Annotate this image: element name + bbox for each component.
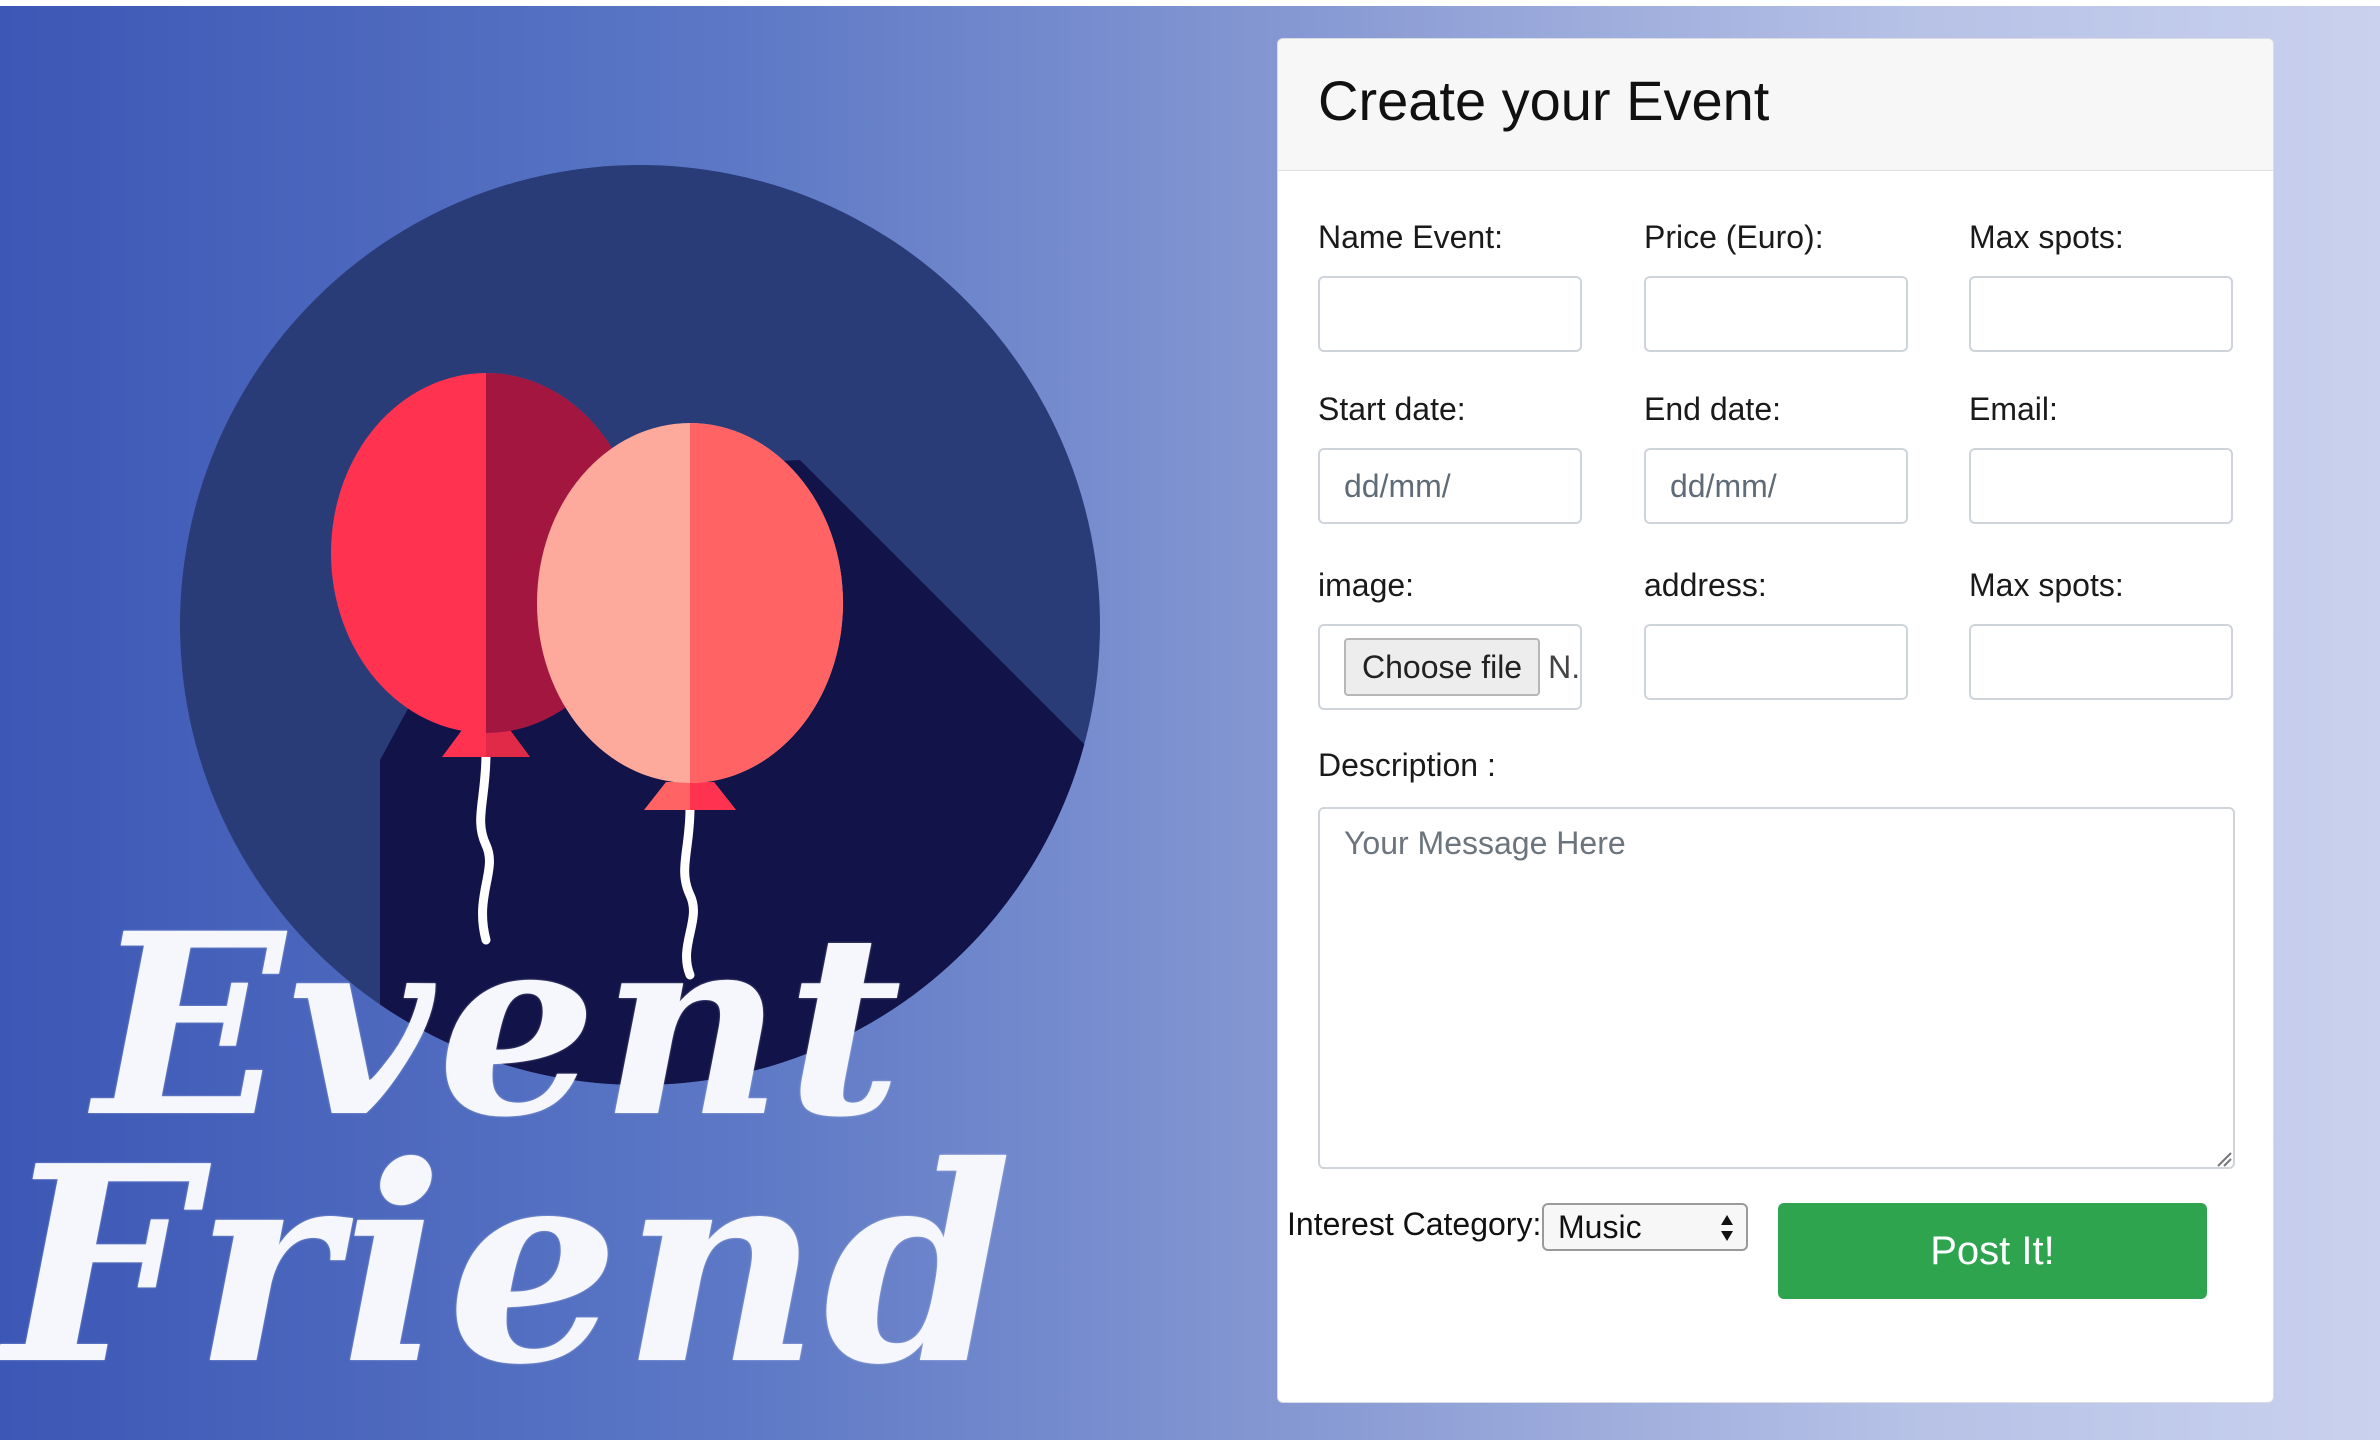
resize-grip-icon[interactable] [2216,1151,2232,1167]
end-date-value: dd/mm/ [1670,467,1777,504]
image-file-input: Choose file N. [1318,624,1582,710]
start-date-label: Start date: [1318,391,1466,427]
logo-wordmark-friend: Friend [3,1106,1017,1424]
max-spots-input-2[interactable] [1969,624,2233,700]
select-arrows-icon [1721,1215,1733,1241]
event-friend-logo: Event Friend [0,0,1260,1440]
name-event-input[interactable] [1318,276,1582,352]
max-spots-label: Max spots: [1969,219,2124,255]
create-event-card: Create your Event Name Event: Price (Eur… [1277,38,2274,1403]
choose-file-button[interactable]: Choose file [1344,638,1541,696]
start-date-value: dd/mm/ [1344,467,1451,504]
start-date-input[interactable]: dd/mm/ [1318,448,1582,524]
interest-category-label: Interest Category: [1287,1206,1542,1242]
page-title: Create your Event [1318,69,1770,132]
address-label: address: [1644,567,1767,603]
image-label: image: [1318,567,1415,603]
max-spots-label-2: Max spots: [1969,567,2124,603]
email-label: Email: [1969,391,2058,427]
max-spots-input[interactable] [1969,276,2233,352]
card-header: Create your Event [1278,39,2273,171]
description-textarea[interactable] [1318,807,2235,1169]
interest-category-select[interactable]: Music [1542,1203,1748,1251]
file-status: N. [1548,648,1581,685]
address-input[interactable] [1644,624,1908,700]
post-it-button[interactable]: Post It! [1778,1203,2207,1299]
description-label: Description : [1318,747,1496,783]
end-date-input[interactable]: dd/mm/ [1644,448,1908,524]
category-selected-value: Music [1558,1208,1642,1245]
name-event-label: Name Event: [1318,219,1503,255]
email-input[interactable] [1969,448,2233,524]
price-input[interactable] [1644,276,1908,352]
price-label: Price (Euro): [1644,219,1824,255]
page: Event Friend Create your Event Name Even… [0,0,2380,1440]
end-date-label: End date: [1644,391,1781,427]
